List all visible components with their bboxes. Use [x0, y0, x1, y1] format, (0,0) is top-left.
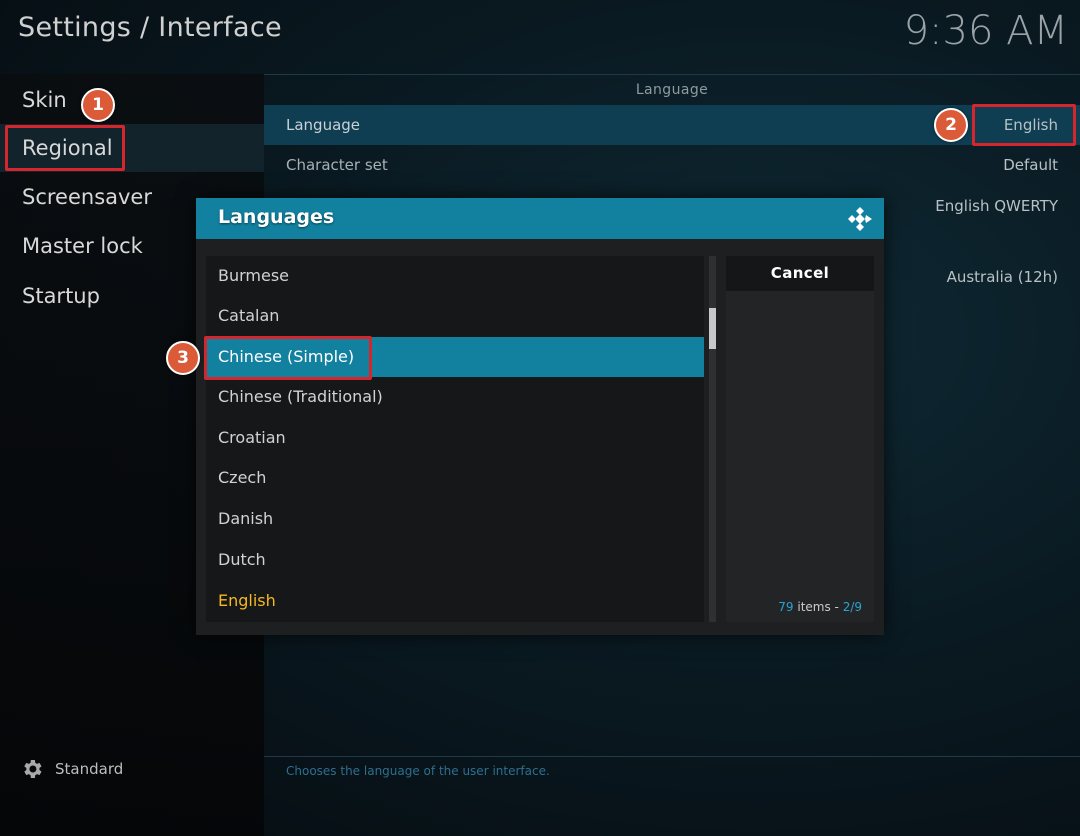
list-item[interactable]: Danish: [206, 499, 704, 539]
item-count-number: 79: [778, 600, 794, 614]
page-indicator: 2/9: [842, 600, 862, 614]
annotation-box-chinese-simple: [204, 336, 372, 380]
settings-level-button[interactable]: Standard: [20, 756, 123, 782]
list-item[interactable]: Croatian: [206, 418, 704, 458]
cancel-button[interactable]: Cancel: [726, 256, 874, 291]
kodi-logo-icon: [848, 207, 872, 231]
window-title: Settings / Interface: [18, 12, 282, 43]
setting-label: Language: [286, 116, 361, 134]
dialog-header: Languages: [196, 198, 884, 239]
divider: [264, 756, 1080, 757]
list-item[interactable]: Czech: [206, 458, 704, 498]
gear-icon: [24, 760, 42, 778]
language-list[interactable]: Burmese Catalan Chinese (Simple) Chinese…: [206, 256, 704, 622]
sidebar-item-skin[interactable]: Skin: [0, 76, 264, 124]
scrollbar-thumb[interactable]: [709, 308, 716, 349]
setting-label: Character set: [286, 156, 388, 174]
clock: 9:36 AM: [903, 8, 1068, 54]
dialog-side-panel: Cancel 79 items - 2/9: [726, 256, 874, 622]
item-count: 79 items - 2/9: [778, 600, 862, 614]
help-text: Chooses the language of the user interfa…: [286, 764, 550, 778]
annotation-badge-2: 2: [934, 108, 968, 142]
list-item[interactable]: English: [206, 581, 704, 621]
list-item[interactable]: Catalan: [206, 296, 704, 336]
section-title: Language: [635, 82, 709, 98]
annotation-badge-3: 3: [166, 341, 200, 375]
annotation-badge-1: 1: [81, 88, 115, 122]
item-count-text: items -: [793, 600, 843, 614]
setting-value: Australia (12h): [946, 268, 1058, 286]
setting-value: Default: [1003, 156, 1058, 174]
list-item[interactable]: Burmese: [206, 256, 704, 296]
setting-character-set[interactable]: Character set Default: [264, 145, 1080, 185]
settings-level-label: Standard: [55, 760, 124, 778]
list-item[interactable]: Dutch: [206, 540, 704, 580]
divider: [264, 74, 1080, 75]
languages-dialog: Languages Burmese Catalan Chinese (Simpl…: [196, 198, 884, 635]
setting-value: English QWERTY: [935, 197, 1058, 215]
list-item[interactable]: Chinese (Traditional): [206, 377, 704, 417]
annotation-box-regional: [5, 125, 125, 171]
annotation-box-english: [972, 104, 1076, 146]
dialog-title: Languages: [218, 206, 335, 228]
